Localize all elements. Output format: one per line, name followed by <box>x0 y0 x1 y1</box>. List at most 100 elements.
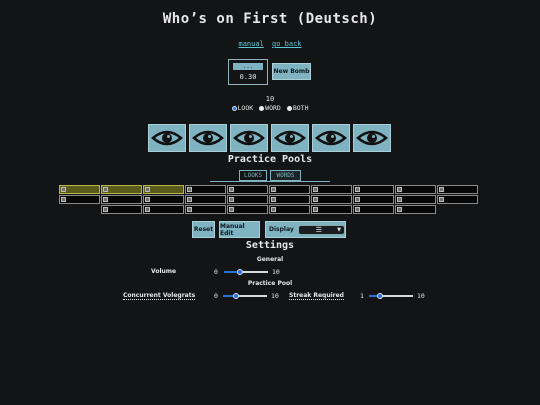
pool-cell[interactable] <box>311 205 352 214</box>
timer-label: ... <box>233 63 263 70</box>
tab-words[interactable]: WORDS <box>270 170 301 181</box>
pool-cell[interactable] <box>101 185 142 194</box>
settings-title: Settings <box>245 240 295 251</box>
eye-button[interactable] <box>353 124 391 152</box>
eye-button[interactable] <box>312 124 350 152</box>
concurrent-slider[interactable] <box>223 292 267 300</box>
new-bomb-button[interactable]: New Bomb <box>272 63 311 80</box>
pool-cell[interactable] <box>101 195 142 204</box>
broken-image-icon <box>397 187 402 192</box>
nav-links: manual go back <box>0 40 540 48</box>
pool-cell[interactable] <box>353 195 394 204</box>
eye-icon <box>192 130 224 146</box>
pool-cell[interactable] <box>437 185 478 194</box>
concurrent-label: Concurrent Volegrats <box>123 292 196 300</box>
broken-image-icon <box>355 187 360 192</box>
streak-slider[interactable] <box>369 292 413 300</box>
broken-image-icon <box>103 197 108 202</box>
pool-cell[interactable] <box>353 205 394 214</box>
broken-image-icon <box>271 207 276 212</box>
eye-button[interactable] <box>230 124 268 152</box>
timer-value: 0.30 <box>239 73 257 81</box>
eye-icon <box>356 130 388 146</box>
reset-button[interactable]: Reset <box>192 221 215 238</box>
broken-image-icon <box>187 187 192 192</box>
pool-cell[interactable] <box>59 195 100 204</box>
broken-image-icon <box>271 197 276 202</box>
pool-cell[interactable] <box>395 185 436 194</box>
pool-cell[interactable] <box>185 205 226 214</box>
broken-image-icon <box>187 197 192 202</box>
radio-dot-icon[interactable] <box>259 105 265 111</box>
pool-cell[interactable] <box>395 195 436 204</box>
pool-cell[interactable] <box>101 205 142 214</box>
broken-image-icon <box>439 197 444 202</box>
streak-max: 10 <box>417 292 425 300</box>
mode-radio-word[interactable]: WORD <box>259 104 281 112</box>
eye-button[interactable] <box>189 124 227 152</box>
pool-cell[interactable] <box>269 185 310 194</box>
broken-image-icon <box>271 187 276 192</box>
pool-cell[interactable] <box>185 185 226 194</box>
slider-knob[interactable] <box>237 269 243 275</box>
pool-cell[interactable] <box>227 205 268 214</box>
mode-radio-group: LOOK WORD BOTH <box>0 104 540 112</box>
tab-looks[interactable]: LOOKS <box>239 170 267 181</box>
pool-cell[interactable] <box>269 195 310 204</box>
pool-cell[interactable] <box>185 195 226 204</box>
broken-image-icon <box>61 197 66 202</box>
manual-link[interactable]: manual <box>238 40 263 48</box>
pool-row <box>59 205 481 214</box>
volume-slider[interactable] <box>224 268 268 276</box>
pool-row <box>59 185 481 194</box>
eye-icon <box>151 130 183 146</box>
streak-min: 1 <box>360 292 364 300</box>
pool-cell[interactable] <box>143 185 184 194</box>
broken-image-icon <box>355 207 360 212</box>
pool-cell[interactable] <box>269 205 310 214</box>
broken-image-icon <box>187 207 192 212</box>
pool-cell[interactable] <box>143 205 184 214</box>
slider-track <box>235 295 267 297</box>
manual-edit-button[interactable]: Manual Edit <box>219 221 260 238</box>
pool-cell[interactable] <box>437 195 478 204</box>
broken-image-icon <box>439 187 444 192</box>
eye-button[interactable] <box>271 124 309 152</box>
pool-row <box>59 195 481 204</box>
go-back-link[interactable]: go back <box>272 40 302 48</box>
eye-button[interactable] <box>148 124 186 152</box>
chevron-down-icon: ▼ <box>337 226 341 233</box>
volume-max: 10 <box>272 268 280 276</box>
eye-button-row <box>148 124 391 152</box>
radio-dot-icon[interactable] <box>231 105 237 111</box>
mode-radio-both[interactable]: BOTH <box>286 104 308 112</box>
broken-image-icon <box>145 197 150 202</box>
slider-knob[interactable] <box>233 293 239 299</box>
pool-cell[interactable] <box>311 195 352 204</box>
broken-image-icon <box>103 207 108 212</box>
broken-image-icon <box>313 207 318 212</box>
broken-image-icon <box>145 207 150 212</box>
volume-min: 0 <box>214 268 218 276</box>
practice-pool-subtitle: Practice Pool <box>247 280 293 287</box>
pool-cell[interactable] <box>311 185 352 194</box>
slider-knob[interactable] <box>377 293 383 299</box>
radio-dot-icon[interactable] <box>286 105 292 111</box>
broken-image-icon <box>313 197 318 202</box>
broken-image-icon <box>229 197 234 202</box>
page-title: Who’s on First (Deutsch) <box>162 11 378 27</box>
display-select[interactable]: ☰ ▼ <box>297 224 345 235</box>
pool-cell[interactable] <box>143 195 184 204</box>
volume-label: Volume <box>151 268 177 275</box>
mode-radio-look[interactable]: LOOK <box>231 104 253 112</box>
streak-label: Streak Required <box>289 292 344 300</box>
slider-track <box>379 295 413 297</box>
general-subtitle: General <box>256 256 284 263</box>
pool-cell[interactable] <box>395 205 436 214</box>
broken-image-icon <box>397 207 402 212</box>
pool-cell[interactable] <box>227 195 268 204</box>
pool-cell[interactable] <box>227 185 268 194</box>
pool-cell[interactable] <box>353 185 394 194</box>
pool-cell[interactable] <box>59 185 100 194</box>
broken-image-icon <box>313 187 318 192</box>
